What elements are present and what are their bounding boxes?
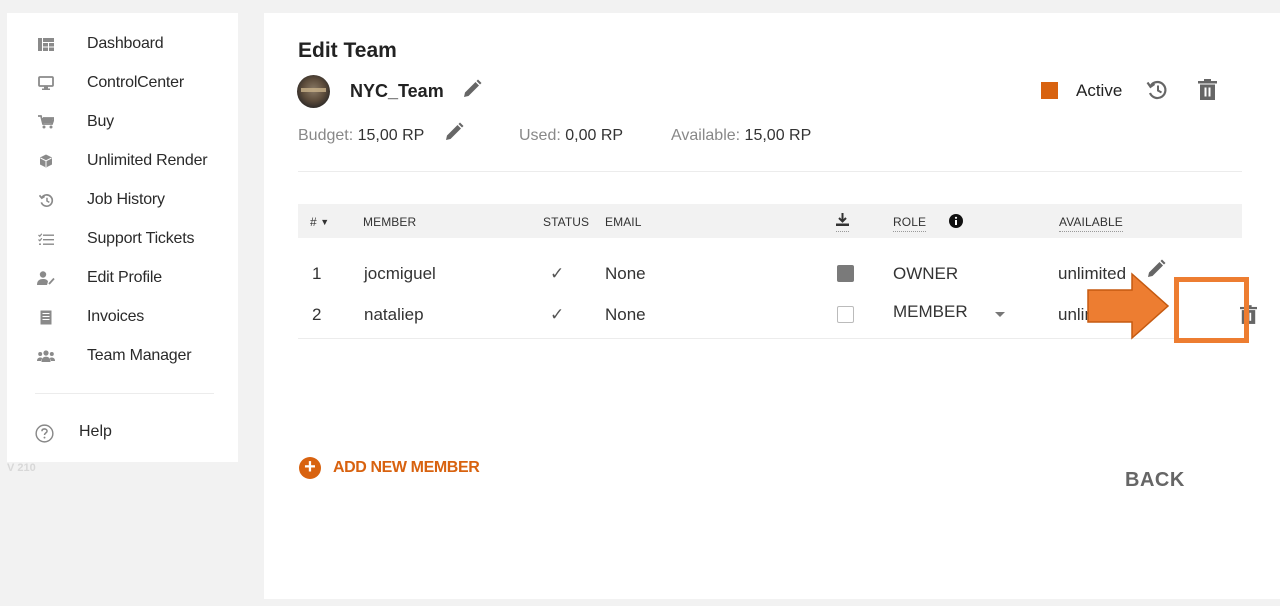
member-header: MEMBER	[363, 215, 417, 229]
sidebar-divider	[35, 393, 214, 394]
available-value: 15,00 RP	[744, 127, 812, 144]
budget-value: 15,00 RP	[357, 127, 425, 144]
add-new-member-button[interactable]: + ADD NEW MEMBER	[299, 457, 480, 479]
member-name: nataliep	[364, 305, 424, 324]
used-info: Used: 0,00 RP	[519, 127, 623, 145]
trash-icon	[1198, 79, 1217, 100]
back-button[interactable]: BACK	[1125, 469, 1185, 492]
sidebar-item-label: Dashboard	[87, 35, 164, 52]
sidebar: Dashboard ControlCenter Buy Unlimited Re…	[7, 13, 238, 462]
role-dropdown[interactable]: MEMBER	[893, 301, 1013, 327]
member-name: jocmiguel	[364, 264, 436, 283]
status-check-icon: ✓	[550, 264, 565, 283]
help-icon	[35, 424, 54, 448]
used-label: Used:	[519, 127, 561, 144]
budget-info: Budget: 15,00 RP	[298, 127, 424, 145]
checklist-icon	[37, 230, 55, 248]
annotation-highlight-box	[1174, 277, 1249, 343]
delete-team-button[interactable]	[1198, 79, 1217, 106]
history-icon	[37, 191, 55, 209]
download-icon	[836, 213, 849, 226]
available-label: Available:	[671, 127, 741, 144]
sidebar-item-label: ControlCenter	[87, 74, 185, 91]
annotation-arrow-icon	[1086, 272, 1170, 345]
role-dropdown-value: MEMBER	[893, 302, 968, 321]
help-label: Help	[79, 423, 112, 440]
add-member-label: ADD NEW MEMBER	[333, 459, 480, 476]
sidebar-item-label: Invoices	[87, 308, 145, 325]
available-info: Available: 15,00 RP	[671, 127, 811, 145]
section-divider	[298, 171, 1242, 172]
used-value: 0,00 RP	[565, 127, 624, 144]
edit-budget-button[interactable]	[444, 122, 464, 147]
team-avatar	[297, 75, 330, 108]
sidebar-item-help[interactable]: Help	[7, 418, 207, 448]
team-icon	[37, 347, 55, 365]
history-icon	[1146, 80, 1167, 100]
sidebar-item-label: Unlimited Render	[87, 152, 208, 169]
status-label: Active	[1076, 81, 1123, 100]
status-check-icon: ✓	[550, 305, 565, 324]
sort-desc-icon: ▼	[320, 217, 330, 227]
role-info-button[interactable]	[949, 214, 963, 231]
cart-icon	[37, 113, 55, 131]
pencil-icon	[446, 122, 464, 140]
page-title: Edit Team	[298, 39, 397, 62]
sidebar-item-label: Team Manager	[87, 347, 192, 364]
download-checkbox[interactable]	[837, 265, 854, 282]
row-index: 1	[312, 264, 322, 283]
version-label: V 210	[7, 462, 36, 474]
download-checkbox[interactable]	[837, 306, 854, 323]
receipt-icon	[37, 308, 55, 326]
email-header: EMAIL	[605, 215, 642, 229]
team-history-button[interactable]	[1146, 79, 1168, 106]
user-edit-icon	[37, 269, 55, 287]
pencil-icon	[464, 79, 482, 97]
status-header: STATUS	[543, 215, 590, 229]
index-header-label: #	[310, 215, 317, 229]
status-indicator[interactable]	[1041, 82, 1058, 99]
member-email: None	[605, 305, 646, 324]
sidebar-item-label: Edit Profile	[87, 269, 162, 286]
available-header: AVAILABLE	[1059, 215, 1123, 232]
sort-index-header[interactable]: # ▼	[310, 215, 329, 229]
members-table-header: # ▼ MEMBER STATUS EMAIL ROLE AVAILABLE	[298, 204, 1242, 238]
info-icon	[949, 214, 963, 228]
plus-circle-icon: +	[299, 457, 321, 479]
role-header: ROLE	[893, 215, 927, 232]
member-role: OWNER	[893, 264, 959, 283]
sidebar-item-label: Job History	[87, 191, 165, 208]
edit-team-name-button[interactable]	[462, 79, 482, 104]
cube-icon	[37, 152, 55, 170]
sidebar-item-label: Support Tickets	[87, 230, 195, 247]
member-email: None	[605, 264, 646, 283]
download-header[interactable]	[836, 213, 849, 232]
team-name: NYC_Team	[350, 81, 444, 101]
budget-label: Budget:	[298, 127, 354, 144]
row-index: 2	[312, 305, 322, 324]
sidebar-item-label: Buy	[87, 113, 114, 130]
monitor-icon	[37, 74, 55, 92]
chevron-down-icon	[995, 312, 1005, 317]
dashboard-icon	[37, 35, 55, 53]
